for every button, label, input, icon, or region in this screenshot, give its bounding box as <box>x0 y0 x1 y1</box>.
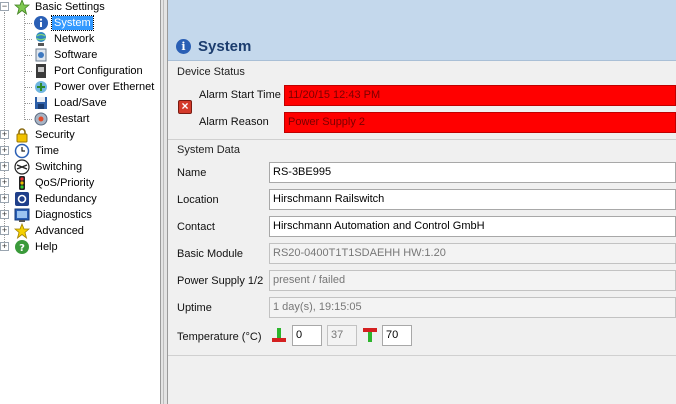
help-icon: ? <box>14 239 30 255</box>
tree-label: System <box>51 15 94 31</box>
contact-label: Contact <box>177 221 215 233</box>
tree-item-load-save[interactable]: Load/Save <box>33 95 109 111</box>
error-icon: × <box>178 100 192 114</box>
power-supply-label: Power Supply 1/2 <box>177 275 264 287</box>
tree-label: Power over Ethernet <box>54 81 155 93</box>
navigation-tree: − Basic Settings System Network Software… <box>0 0 160 404</box>
alarm-start-field: 11/20/15 12:43 PM <box>284 85 676 106</box>
basic-module-label: Basic Module <box>177 248 244 260</box>
device-status-title: Device Status <box>177 66 245 78</box>
tree-item-advanced[interactable]: Advanced <box>13 222 86 240</box>
uptime-field: 1 day(s), 19:15:05 <box>269 297 676 318</box>
software-icon <box>33 47 49 63</box>
redundancy-icon <box>14 191 30 207</box>
uptime-label: Uptime <box>177 302 212 314</box>
tree-item-redundancy[interactable]: Redundancy <box>14 191 99 207</box>
lock-icon <box>14 127 30 143</box>
expand-switching-toggle[interactable]: + <box>0 162 9 171</box>
alarm-reason-field: Power Supply 2 <box>284 112 676 133</box>
expand-advanced-toggle[interactable]: + <box>0 226 9 235</box>
tree-label: Security <box>35 129 75 141</box>
temperature-low-icon <box>272 328 286 344</box>
temperature-label: Temperature (°C) <box>177 331 262 343</box>
expand-redundancy-toggle[interactable]: + <box>0 194 9 203</box>
tree-item-diagnostics[interactable]: Diagnostics <box>14 207 94 223</box>
tree-item-help[interactable]: ? Help <box>14 239 60 255</box>
tree-item-port-configuration[interactable]: Port Configuration <box>33 63 145 79</box>
tree-item-restart[interactable]: Restart <box>33 111 91 127</box>
alarm-reason-label: Alarm Reason <box>199 116 269 128</box>
tree-label: Diagnostics <box>35 209 92 221</box>
alarm-start-label: Alarm Start Time <box>199 89 281 101</box>
pane-splitter[interactable] <box>160 0 168 404</box>
tree-label: Switching <box>35 161 83 173</box>
tree-item-network[interactable]: Network <box>33 31 96 47</box>
location-label: Location <box>177 194 219 206</box>
collapse-basic-settings-toggle[interactable]: − <box>0 2 9 11</box>
group-divider <box>168 355 676 356</box>
star-icon <box>13 0 31 16</box>
restart-gear-icon <box>33 111 49 127</box>
system-data-title: System Data <box>177 144 240 156</box>
network-globe-icon <box>33 31 49 47</box>
basic-module-field: RS20-0400T1T1SDAEHH HW:1.20 <box>269 243 676 264</box>
switching-icon <box>14 159 30 175</box>
page-title-text: System <box>198 38 252 55</box>
temperature-low-input[interactable]: 0 <box>292 325 322 346</box>
name-input[interactable]: RS-3BE995 <box>269 162 676 183</box>
temperature-current-field: 37 <box>327 325 357 346</box>
tree-item-qos-priority[interactable]: QoS/Priority <box>14 175 96 191</box>
tree-item-basic-settings[interactable]: Basic Settings <box>13 0 107 16</box>
tree-label: Software <box>54 49 98 61</box>
tree-label: Time <box>35 145 60 157</box>
expand-qos-toggle[interactable]: + <box>0 178 9 187</box>
tree-label: Load/Save <box>54 97 107 109</box>
diagnostics-icon <box>14 207 30 223</box>
temperature-high-icon <box>363 328 377 344</box>
tree-item-switching[interactable]: Switching <box>14 159 84 175</box>
info-icon <box>33 15 49 31</box>
location-input[interactable]: Hirschmann Railswitch <box>269 189 676 210</box>
power-supply-field: present / failed <box>269 270 676 291</box>
content-pane: i System Device Status × Alarm Start Tim… <box>168 0 676 404</box>
tree-label: Basic Settings <box>35 1 105 13</box>
tree-label: Advanced <box>35 225 84 237</box>
expand-diagnostics-toggle[interactable]: + <box>0 210 9 219</box>
expand-security-toggle[interactable]: + <box>0 130 9 139</box>
page-title: i System <box>176 38 251 55</box>
tree-label: Network <box>54 33 95 45</box>
contact-input[interactable]: Hirschmann Automation and Control GmbH <box>269 216 676 237</box>
star-icon <box>13 222 31 240</box>
tree-item-time[interactable]: Time <box>14 143 61 159</box>
tree-item-security[interactable]: Security <box>14 127 77 143</box>
port-icon <box>33 63 49 79</box>
tree-label: Port Configuration <box>54 65 143 77</box>
tree-label: Help <box>35 241 58 253</box>
info-icon: i <box>176 39 191 54</box>
temperature-high-input[interactable]: 70 <box>382 325 412 346</box>
expand-help-toggle[interactable]: + <box>0 242 9 251</box>
floppy-disk-icon <box>33 95 49 111</box>
tree-item-software[interactable]: Software <box>33 47 99 63</box>
clock-icon <box>14 143 30 159</box>
tree-item-system[interactable]: System <box>33 15 94 31</box>
name-label: Name <box>177 167 207 179</box>
tree-label: QoS/Priority <box>35 177 95 189</box>
traffic-light-icon <box>14 175 30 191</box>
tree-label: Restart <box>54 113 90 125</box>
power-over-ethernet-icon <box>33 79 49 95</box>
tree-label: Redundancy <box>35 193 97 205</box>
tree-item-power-over-ethernet[interactable]: Power over Ethernet <box>33 79 156 95</box>
svg-text:?: ? <box>19 243 25 254</box>
expand-time-toggle[interactable]: + <box>0 146 9 155</box>
group-divider <box>168 139 676 140</box>
